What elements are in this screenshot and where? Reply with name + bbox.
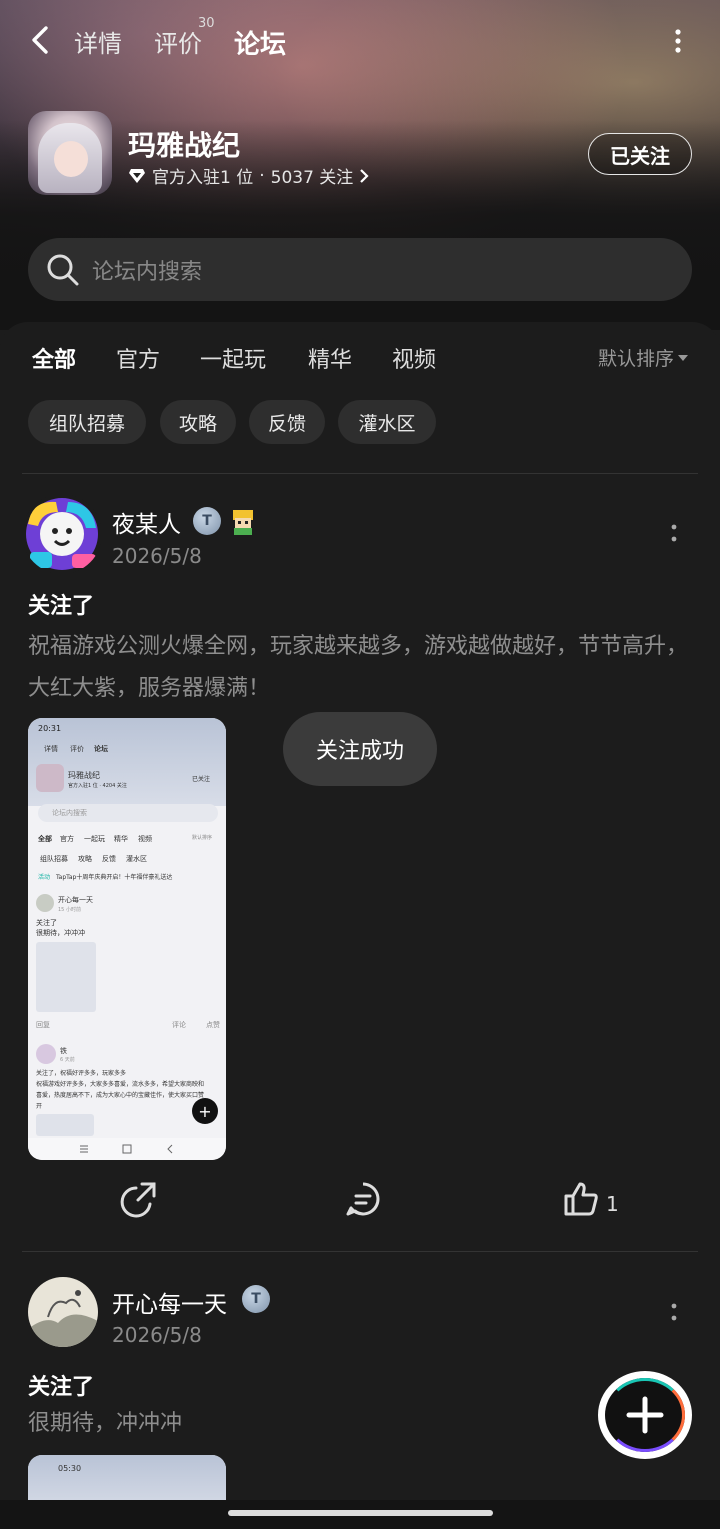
chip-chat-area[interactable]: 灌水区 — [338, 400, 436, 444]
post-more-icon[interactable] — [668, 1301, 680, 1325]
category-tab-official[interactable]: 官方 — [116, 342, 160, 374]
thumb-chip: 攻略 — [78, 855, 92, 863]
top-nav: 详情 评价 30 论坛 — [0, 14, 720, 66]
thumb-chip: 反馈 — [102, 855, 116, 863]
thumb-notice: TapTap十周年庆典开启！十年福伴豪礼送达 — [56, 874, 173, 881]
thumb-time: 20:31 — [38, 724, 62, 733]
diamond-icon — [129, 168, 145, 183]
category-tab-all-label: 全部 — [32, 348, 77, 373]
thumb-cat: 全部 — [38, 835, 52, 843]
thumb-cat: 一起玩 — [84, 835, 105, 843]
pixel-character-badge-icon — [233, 510, 253, 535]
create-post-button[interactable] — [598, 1371, 692, 1459]
post-actions: 1 — [0, 1180, 720, 1230]
level-badge-icon: T — [193, 507, 221, 535]
thumb-like: 点赞 — [206, 1021, 220, 1029]
followers-count: 5037 关注 — [270, 168, 354, 188]
forum-search-input[interactable]: 论坛内搜索 — [28, 238, 692, 301]
thumb-comment: 评论 — [172, 1021, 186, 1029]
divider — [22, 1251, 698, 1252]
chip-feedback[interactable]: 反馈 — [249, 400, 325, 444]
sort-dropdown[interactable]: 默认排序 — [598, 344, 689, 371]
taptap-anniversary-avatar — [22, 494, 102, 574]
share-icon[interactable] — [120, 1180, 158, 1218]
more-options-icon[interactable] — [668, 28, 688, 54]
thumb-cat: 精华 — [114, 835, 128, 843]
thumb-post-title: 关注了 — [36, 919, 57, 927]
thumb-reply: 回复 — [36, 1021, 50, 1029]
category-tab-featured[interactable]: 精华 — [308, 342, 352, 374]
tab-details[interactable]: 详情 — [74, 24, 122, 59]
category-tab-video[interactable]: 视频 — [392, 342, 436, 374]
author-name[interactable]: 夜某人 — [112, 505, 181, 539]
chip-team-recruit[interactable]: 组队招募 — [28, 400, 146, 444]
thumb-nav-icons — [80, 1144, 173, 1154]
thumb-author: 开心每一天 — [58, 896, 93, 904]
post-date: 2026/5/8 — [112, 544, 202, 568]
thumb-post-title: 关注了，祝福好评多多，玩家多多 — [36, 1070, 127, 1077]
search-placeholder: 论坛内搜索 — [92, 259, 203, 285]
thumb-follow: 已关注 — [192, 776, 211, 783]
thumb-post-body: 开 — [36, 1103, 43, 1110]
level-badge-icon: T — [242, 1285, 270, 1313]
post-more-icon[interactable] — [668, 522, 680, 546]
thumb-post-body: 很期待，冲冲冲 — [36, 929, 85, 937]
divider — [22, 473, 698, 474]
thumb-sort: 默认排序 — [192, 835, 213, 841]
game-icon[interactable] — [28, 111, 112, 195]
chip-guides[interactable]: 攻略 — [160, 400, 236, 444]
follow-button[interactable]: 已关注 — [588, 133, 692, 175]
search-icon — [47, 254, 79, 285]
thumb-time-ago: 6 天前 — [60, 1057, 75, 1063]
reviews-count-badge: 30 — [198, 16, 215, 31]
post-title: 关注了 — [28, 1375, 95, 1400]
author-name[interactable]: 开心每一天 — [112, 1285, 227, 1319]
category-tab-all[interactable]: 全部 — [32, 342, 76, 374]
tab-forum-label: 论坛 — [234, 30, 287, 60]
back-icon[interactable] — [28, 24, 54, 56]
thumb-cat: 视频 — [138, 835, 152, 843]
thumb-time-ago: 15 小时前 — [58, 907, 81, 913]
thumb-tab: 论坛 — [94, 745, 108, 753]
like-icon[interactable] — [562, 1180, 600, 1218]
thumb-post-body: 祝福游戏好评多多，大家多多喜爱，流水多多，希望大家商映和 — [36, 1081, 205, 1088]
thumb-plus-icon: + — [192, 1098, 218, 1124]
sort-label: 默认排序 — [598, 348, 675, 370]
thumb-game-meta: 官方入驻1 位 · 4204 关注 — [68, 783, 127, 789]
thumb-tab: 评价 — [70, 745, 84, 753]
tab-reviews[interactable]: 评价 — [154, 24, 202, 59]
thumb-search: 论坛内搜索 — [52, 809, 87, 817]
comment-icon[interactable] — [344, 1180, 382, 1218]
post-image[interactable]: 20:31 详情 评价 论坛 玛雅战纪 官方入驻1 位 · 4204 关注 已关… — [28, 718, 226, 1160]
thumb-notice-tag: 活动 — [38, 874, 51, 881]
home-indicator — [0, 1500, 720, 1529]
meta-separator: · — [259, 165, 265, 186]
post-body: 祝福游戏公测火爆全网，玩家越来越多，游戏越做越好，节节高升，大红大紫，服务器爆满… — [28, 634, 689, 701]
official-count: 官方入驻1 位 — [152, 168, 254, 188]
game-title: 玛雅战纪 — [128, 129, 241, 162]
ink-painting-avatar — [28, 1277, 98, 1347]
chevron-right-icon — [360, 168, 369, 183]
thumb-cat: 官方 — [60, 835, 74, 843]
thumb-time: 05:30 — [58, 1464, 82, 1473]
thumb-author: 铁 — [60, 1047, 67, 1055]
thumb-chip: 灌水区 — [126, 855, 147, 863]
author-avatar[interactable] — [22, 494, 102, 574]
toast-message: 关注成功 — [283, 712, 437, 786]
author-avatar[interactable] — [28, 1277, 98, 1347]
thumb-game-title: 玛雅战纪 — [68, 771, 100, 780]
caret-down-icon — [678, 354, 689, 361]
like-count: 1 — [606, 1192, 619, 1216]
game-meta[interactable]: 官方入驻1 位 · 5037 关注 — [128, 163, 369, 188]
tab-forum[interactable]: 论坛 — [234, 24, 287, 63]
thumb-post-body: 喜爱，热度居高不下，成为大家心中的宝藏佳作，使大家买口赞 — [36, 1092, 205, 1099]
category-tab-play-together[interactable]: 一起玩 — [200, 342, 266, 374]
post-date: 2026/5/8 — [112, 1323, 202, 1347]
thumb-chip: 组队招募 — [40, 855, 68, 863]
thumb-tab: 详情 — [44, 745, 58, 753]
post-title: 关注了 — [28, 594, 95, 619]
forum-page: 详情 评价 30 论坛 玛雅战纪 官方入驻1 位 · 5037 关注 已关注 论… — [0, 0, 720, 1529]
